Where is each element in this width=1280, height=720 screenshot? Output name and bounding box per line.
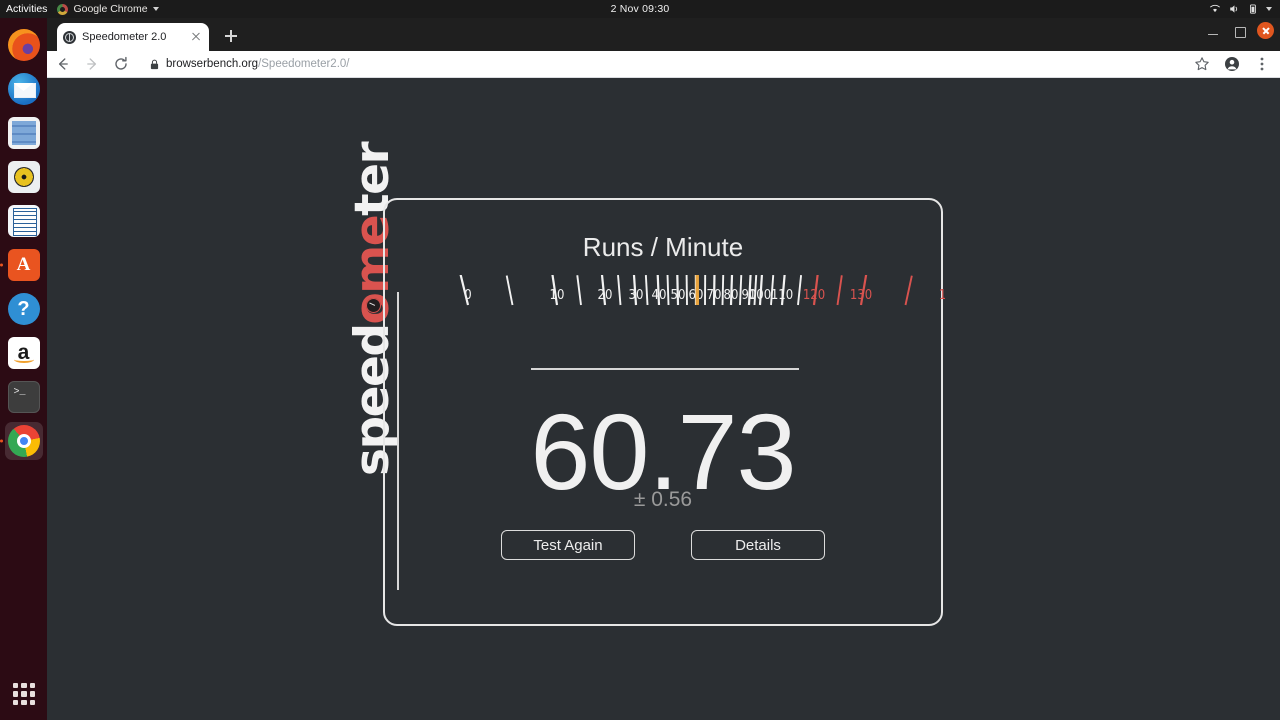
tab-strip: Speedometer 2.0 — [47, 18, 1280, 51]
details-button[interactable]: Details — [691, 530, 825, 560]
amazon-icon — [7, 337, 40, 369]
url-path: /Speedometer2.0/ — [258, 58, 350, 70]
new-tab-button[interactable] — [221, 26, 241, 46]
url-text: browserbench.org/Speedometer2.0/ — [166, 58, 349, 70]
test-again-button[interactable]: Test Again — [501, 530, 635, 560]
result-card: Runs / Minute 01020304050607080901001101… — [383, 198, 945, 626]
browser-toolbar: browserbench.org/Speedometer2.0/ — [47, 51, 1280, 78]
help-icon — [7, 293, 40, 325]
gauge-tick-label: 130 — [850, 288, 872, 303]
grid-dot — [29, 683, 35, 689]
gauge-tick-label: 50 — [671, 288, 686, 303]
grid-dot — [13, 699, 19, 705]
gauge-tick-label: 20 — [598, 288, 613, 303]
gauge-tick-label: 80 — [724, 288, 739, 303]
terminal-icon — [7, 381, 40, 413]
dock-item-amazon[interactable] — [5, 334, 43, 372]
page-content: speedometer Runs / Minute 01020304050607… — [47, 78, 1280, 720]
volume-icon — [1230, 5, 1238, 13]
reload-icon[interactable] — [113, 56, 129, 72]
chevron-down-icon[interactable] — [1266, 7, 1272, 11]
grid-dot — [29, 691, 35, 697]
gauge-tick — [644, 275, 649, 306]
gauge-tick — [797, 275, 803, 306]
gauge-tick-label: 100 — [749, 288, 771, 303]
forward-icon[interactable] — [84, 56, 100, 72]
dock-item-thunderbird[interactable] — [5, 70, 43, 108]
dock-item-ubuntu-software[interactable] — [5, 246, 43, 284]
dock-item-rhythmbox[interactable] — [5, 158, 43, 196]
wifi-icon — [1210, 4, 1220, 13]
gauge-tick-label: 110 — [771, 288, 793, 303]
bookmark-star-icon[interactable] — [1194, 56, 1210, 72]
grid-dot — [21, 699, 27, 705]
dock-item-libreoffice-writer[interactable] — [5, 202, 43, 240]
gauge-tick — [904, 275, 913, 306]
profile-avatar-icon[interactable] — [1224, 56, 1240, 72]
dock-item-files[interactable] — [5, 114, 43, 152]
grid-dot — [29, 699, 35, 705]
gnome-top-bar: Activities Google Chrome 2 Nov 09:30 — [0, 0, 1280, 18]
score-error: ± 0.56 — [633, 488, 693, 511]
gauge-tick-label: 0 — [464, 288, 471, 303]
gauge-tick — [617, 275, 622, 306]
libreoffice-writer-icon — [7, 205, 40, 237]
close-icon[interactable] — [189, 30, 203, 44]
chrome-menu-icon[interactable] — [1254, 56, 1270, 72]
gauge-tick-label: 70 — [707, 288, 722, 303]
gauge-tick-label: 10 — [550, 288, 565, 303]
grid-dot — [13, 691, 19, 697]
url-host: browserbench.org — [166, 58, 259, 70]
gauge-tick-label: 30 — [629, 288, 644, 303]
tab-speedometer[interactable]: Speedometer 2.0 — [57, 23, 209, 51]
dock-item-google-chrome[interactable] — [4, 422, 43, 460]
dock-item-firefox[interactable] — [5, 26, 43, 64]
globe-icon — [63, 30, 76, 44]
chrome-window: Speedometer 2.0 browserbench.org/Speedom… — [47, 18, 1280, 720]
files-icon — [7, 117, 40, 149]
dock-item-terminal[interactable] — [5, 378, 43, 416]
gauge-tick-label: 40 — [652, 288, 667, 303]
gauge-tick — [836, 275, 843, 306]
system-tray[interactable] — [1209, 3, 1272, 15]
tab-title: Speedometer 2.0 — [82, 31, 167, 43]
back-icon[interactable] — [55, 56, 71, 72]
lock-icon — [150, 59, 159, 69]
gauge-tick — [666, 275, 670, 306]
battery-icon — [1249, 4, 1256, 14]
gauge-svg: 0102030405060708090100110120130140 — [459, 275, 945, 306]
grid-dot — [13, 683, 19, 689]
clock[interactable]: 2 Nov 09:30 — [0, 3, 1280, 15]
gauge-tick-label: 140 — [939, 288, 945, 303]
firefox-icon — [7, 29, 40, 61]
google-chrome-icon — [7, 425, 40, 457]
window-controls — [1205, 22, 1274, 39]
gauge-tick — [576, 275, 582, 306]
card-actions: Test Again Details — [385, 530, 941, 560]
grid-dot — [21, 691, 27, 697]
thunderbird-icon — [7, 73, 40, 105]
address-bar[interactable]: browserbench.org/Speedometer2.0/ — [142, 55, 1181, 74]
ubuntu-software-icon — [7, 249, 40, 281]
rhythmbox-icon — [7, 161, 40, 193]
minimize-button[interactable] — [1205, 23, 1221, 39]
card-title: Runs / Minute — [582, 232, 744, 262]
toolbar-right-actions — [1194, 56, 1272, 72]
ubuntu-dock — [0, 18, 47, 720]
close-window-button[interactable] — [1257, 22, 1274, 39]
show-applications-button[interactable] — [10, 680, 38, 708]
grid-dot — [21, 683, 27, 689]
card-divider — [531, 368, 799, 370]
gauge-tick-label: 120 — [803, 288, 825, 303]
speedometer-gauge: 0102030405060708090100110120130140 — [385, 275, 945, 380]
gauge-tick — [505, 275, 514, 306]
maximize-button[interactable] — [1231, 23, 1247, 39]
dock-item-help[interactable] — [5, 290, 43, 328]
